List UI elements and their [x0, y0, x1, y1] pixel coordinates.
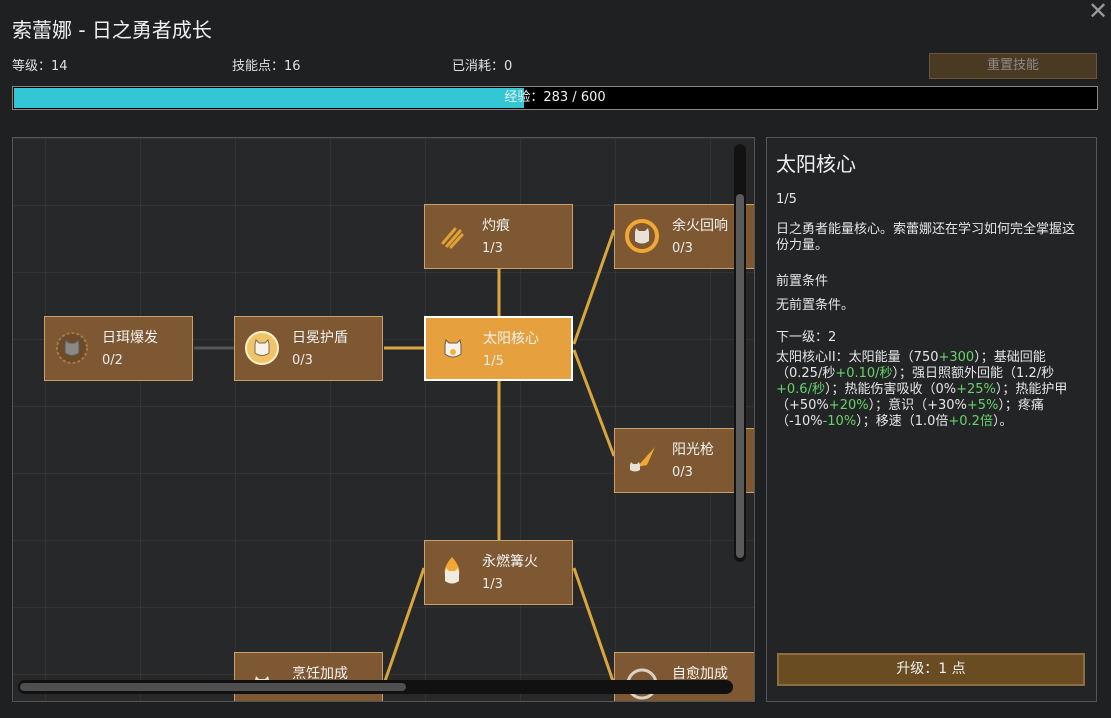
skill-tree-canvas[interactable]: 日珥爆发 0/2 日冕护盾 0/3 灼痕 1/3 太阳核心 1/5 余火回响 0…	[12, 137, 755, 702]
skill-node-sun-shield[interactable]: 日冕护盾 0/3	[234, 316, 383, 381]
skill-link	[572, 349, 616, 457]
bonus-value: +5%	[966, 398, 999, 413]
effect-text: ）；热能伤害吸收（0%	[824, 382, 957, 397]
skill-node-solar-core[interactable]: 太阳核心 1/5	[424, 316, 573, 381]
skill-node-level: 0/3	[292, 353, 313, 368]
skill-detail-description: 日之勇者能量核心。索蕾娜还在学习如何完全掌握这份力量。	[776, 222, 1076, 253]
reset-skills-button[interactable]: 重置技能	[929, 53, 1097, 79]
effect-text: 太阳核心II：太阳能量（750	[776, 350, 939, 365]
bonus-value: +20%	[828, 398, 869, 413]
effect-text: ）；移速（1.0倍	[856, 414, 949, 429]
skill-node-name: 日珥爆发	[102, 330, 158, 346]
effect-text: ）；强日照额外回能（1.2/秒	[892, 366, 1055, 381]
sun-burst-icon	[56, 332, 88, 364]
tree-vertical-scrollbar[interactable]	[734, 144, 746, 562]
skill-node-name: 日冕护盾	[292, 330, 348, 346]
bonus-value: +0.2倍	[948, 414, 993, 429]
skill-node-cooking-bonus[interactable]: 烹饪加成	[234, 652, 383, 701]
bonus-value: +0.10/秒	[835, 366, 893, 381]
bonus-value: -10%	[822, 414, 857, 429]
next-level-effects: 太阳核心II：太阳能量（750+300）；基础回能（0.25/秒+0.10/秒）…	[776, 350, 1081, 430]
skill-node-sun-burst[interactable]: 日珥爆发 0/2	[44, 316, 193, 381]
experience-label: 经验：283 / 600	[504, 90, 606, 105]
spent-points-stat: 已消耗：0	[452, 59, 513, 74]
ember-echo-icon	[625, 219, 659, 253]
skill-node-name: 太阳核心	[483, 331, 539, 347]
skill-node-name: 永燃篝火	[482, 554, 538, 570]
skill-link	[382, 567, 426, 685]
effect-text: ）；意识（+30%	[868, 398, 967, 413]
bonus-value: +300	[938, 350, 975, 365]
skill-node-name: 阳光枪	[672, 442, 714, 458]
sun-spear-icon	[630, 447, 655, 472]
skill-node-level: 1/3	[482, 241, 503, 256]
prerequisites-heading: 前置条件	[776, 274, 829, 289]
skill-node-name: 灼痕	[482, 218, 510, 234]
skill-node-level: 1/5	[483, 354, 504, 369]
next-level-heading: 下一级：2	[776, 330, 837, 345]
skill-node-name: 余火回响	[672, 218, 728, 234]
eternal-bonfire-icon	[444, 557, 460, 584]
skill-link	[572, 229, 616, 345]
upgrade-button[interactable]: 升级：1 点	[777, 653, 1085, 686]
window-title: 索蕾娜 - 日之勇者成长	[12, 18, 212, 42]
horizontal-scroll-thumb[interactable]	[20, 683, 406, 691]
skill-node-scorch-mark[interactable]: 灼痕 1/3	[424, 204, 573, 269]
tree-horizontal-scrollbar[interactable]	[18, 680, 733, 694]
skill-node-level: 0/2	[102, 353, 123, 368]
level-stat: 等级：14	[12, 59, 68, 74]
bonus-value: +0.6/秒	[776, 382, 825, 397]
scorch-mark-icon	[441, 227, 464, 249]
solar-core-icon	[444, 338, 462, 358]
skill-node-level: 0/3	[672, 465, 693, 480]
sun-shield-icon	[245, 331, 279, 365]
skill-detail-level: 1/5	[776, 192, 797, 207]
skill-node-level: 1/3	[482, 577, 503, 592]
skill-node-self-heal-bonus[interactable]: 自愈加成	[614, 652, 754, 701]
skill-node-level: 0/3	[672, 241, 693, 256]
skill-points-stat: 技能点：16	[232, 59, 301, 74]
skill-node-eternal-bonfire[interactable]: 永燃篝火 1/3	[424, 540, 573, 605]
bonus-value: +25%	[956, 382, 996, 397]
close-icon[interactable]: ✕	[1086, 0, 1110, 23]
prerequisites-text: 无前置条件。	[776, 298, 855, 313]
vertical-scroll-thumb[interactable]	[736, 194, 744, 558]
experience-bar: 经验：283 / 600	[12, 86, 1098, 110]
skill-link	[572, 567, 616, 685]
skill-detail-title: 太阳核心	[776, 152, 856, 176]
effect-text: ）。	[992, 414, 1013, 429]
